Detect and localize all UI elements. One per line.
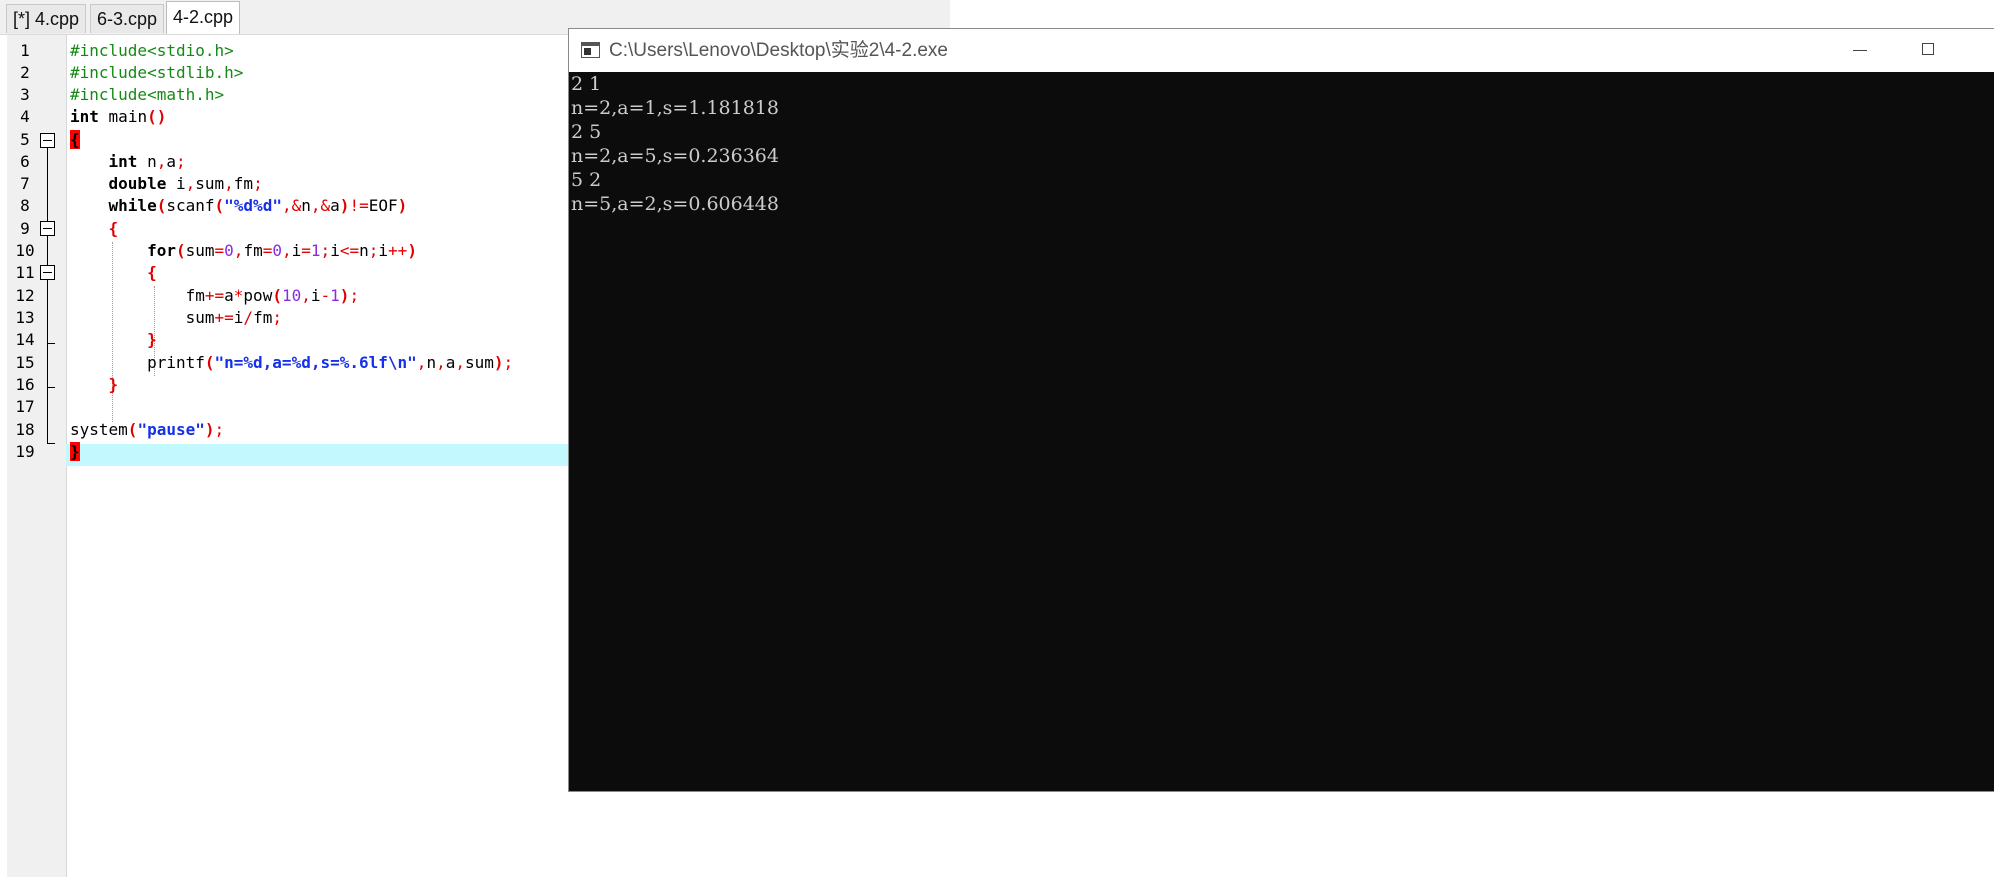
fold-guide-line [47, 148, 48, 358]
code-line: sum+=i/fm; [185, 308, 282, 327]
console-output-line: n=5,a=2,s=0.606448 [571, 193, 779, 215]
current-line-highlight [66, 444, 568, 466]
code-line: for(sum=0,fm=0,i=1;i<=n;i++) [147, 241, 417, 260]
line-number: 11 [15, 263, 35, 282]
line-number: 15 [15, 353, 35, 372]
code-line: #include<stdio.h> [70, 41, 234, 60]
console-output-line: n=2,a=1,s=1.181818 [571, 97, 779, 119]
code-line: { [70, 130, 80, 149]
console-title: C:\Users\Lenovo\Desktop\实验2\4-2.exe [609, 40, 948, 61]
line-number: 3 [20, 85, 30, 104]
fold-collapse-icon[interactable] [40, 133, 55, 148]
line-number: 16 [15, 375, 35, 394]
line-number: 5 [20, 130, 30, 149]
fold-collapse-icon[interactable] [40, 265, 55, 280]
code-line: int n,a; [108, 152, 186, 171]
code-line: { [147, 263, 157, 282]
tab-4-2-cpp[interactable]: 4-2.cpp [166, 1, 241, 34]
fold-collapse-icon[interactable] [40, 221, 55, 236]
fold-end-marker [47, 343, 55, 344]
console-output-line: 5 2 [571, 169, 602, 191]
code-line: fm+=a*pow(10,i-1); [185, 286, 360, 305]
code-line: } [108, 375, 119, 394]
code-line: } [147, 330, 157, 349]
tab-6-3-cpp[interactable]: 6-3.cpp [90, 4, 165, 33]
console-output-line: 2 1 [571, 73, 602, 95]
code-line: #include<stdlib.h> [70, 63, 244, 82]
tab-4-cpp[interactable]: [*] 4.cpp [6, 4, 87, 33]
code-line: while(scanf("%d%d",&n,&a)!=EOF) [108, 196, 408, 215]
code-line: system("pause"); [70, 420, 225, 439]
line-number: 12 [15, 286, 35, 305]
console-app-icon [581, 42, 600, 58]
code-line: #include<math.h> [70, 85, 225, 104]
code-line: double i,sum,fm; [108, 174, 263, 193]
code-line: int main() [70, 107, 167, 126]
fold-end-marker [47, 387, 55, 388]
console-output-line: n=2,a=5,s=0.236364 [571, 145, 779, 167]
fold-end-marker [47, 443, 55, 444]
code-line: printf("n=%d,a=%d,s=%.6lf\n",n,a,sum); [147, 353, 514, 372]
line-number: 18 [15, 420, 35, 439]
line-number: 17 [15, 397, 35, 416]
console-title-bar[interactable]: C:\Users\Lenovo\Desktop\实验2\4-2.exe [569, 29, 1994, 72]
line-number: 19 [15, 442, 35, 461]
line-number: 8 [20, 196, 30, 215]
line-number: 10 [15, 241, 35, 260]
code-line: } [70, 442, 80, 461]
line-number: 7 [20, 174, 30, 193]
line-number: 14 [15, 330, 35, 349]
console-output-line: 2 5 [571, 121, 602, 143]
console-output-area[interactable]: 2 1 n=2,a=1,s=1.181818 2 5 n=2,a=5,s=0.2… [569, 72, 1994, 791]
minimize-icon[interactable] [1831, 29, 1891, 72]
line-number: 1 [20, 41, 30, 60]
line-number: 6 [20, 152, 30, 171]
console-window[interactable]: C:\Users\Lenovo\Desktop\实验2\4-2.exe 2 1 … [568, 28, 1994, 792]
line-number: 13 [15, 308, 35, 327]
maximize-icon[interactable] [1899, 29, 1959, 72]
code-line: { [108, 219, 119, 238]
fold-guide-line [47, 358, 48, 443]
line-number: 9 [20, 219, 30, 238]
line-number: 4 [20, 107, 30, 126]
code-editor[interactable]: 1 2 3 4 5 6 7 8 9 10 11 12 13 14 15 16 1… [0, 35, 568, 882]
line-number: 2 [20, 63, 30, 82]
